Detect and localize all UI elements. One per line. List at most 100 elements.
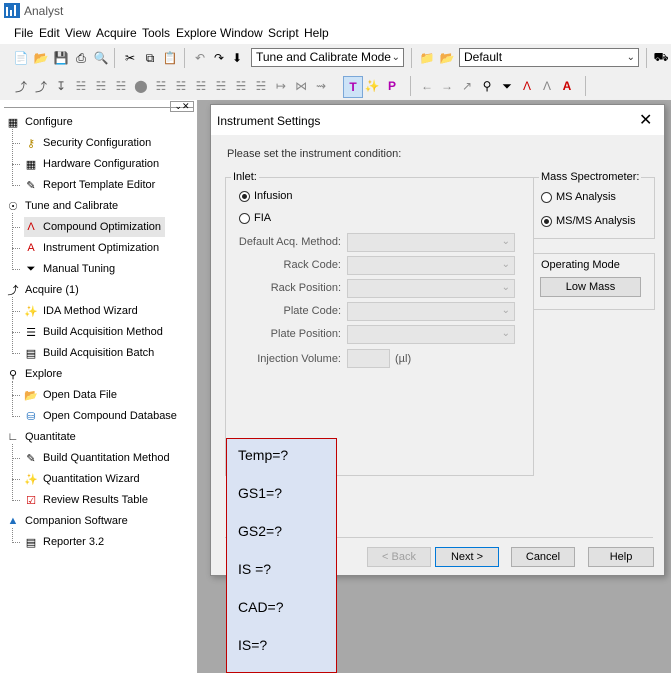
sidebar-section-tune-and-calibrate[interactable]: ☉ Tune and Calibrate: [6, 196, 118, 216]
arrow-right-icon[interactable]: →: [439, 78, 455, 94]
download-icon[interactable]: ⬇: [229, 50, 245, 66]
next-button[interactable]: Next >: [435, 547, 499, 567]
menu-acquire[interactable]: Acquire: [96, 26, 137, 40]
copy-icon[interactable]: ⧉: [142, 50, 158, 66]
msms-analysis-radio[interactable]: MS/MS Analysis: [541, 215, 635, 227]
sidebar-item-label: Quantitation Wizard: [43, 473, 140, 485]
sidebar-grip[interactable]: [4, 100, 194, 108]
sidebar-item-label: Build Quantitation Method: [43, 452, 170, 464]
back-button[interactable]: < Back: [367, 547, 431, 567]
cut-icon[interactable]: ✂: [122, 50, 138, 66]
sidebar-item-manual-tuning[interactable]: ⏷ Manual Tuning: [12, 259, 119, 279]
low-mass-button[interactable]: Low Mass: [540, 277, 641, 297]
mode-select[interactable]: Tune and Calibrate Mode ⌄: [251, 48, 404, 67]
open-icon[interactable]: 📂: [33, 50, 49, 66]
tool-icon[interactable]: ☵: [213, 78, 229, 94]
sidebar-item-quantitation-wizard[interactable]: ✨ Quantitation Wizard: [12, 469, 144, 489]
injection-volume-input[interactable]: [347, 349, 390, 368]
instrument-optimization-icon[interactable]: A: [559, 78, 575, 94]
new-icon[interactable]: 📄: [13, 50, 29, 66]
menu-window[interactable]: Window: [220, 26, 263, 40]
wand-icon[interactable]: ✨: [364, 78, 380, 94]
rack-position-select[interactable]: ⌄: [347, 279, 515, 298]
menu-help[interactable]: Help: [304, 26, 329, 40]
note-line: CAD=?: [238, 599, 284, 615]
tool-icon[interactable]: ☵: [173, 78, 189, 94]
infusion-radio[interactable]: Infusion: [239, 190, 293, 202]
tool-icon[interactable]: ☵: [253, 78, 269, 94]
redo-icon[interactable]: ↷: [211, 50, 227, 66]
default-acq-method-select[interactable]: ⌄: [347, 233, 515, 252]
folder-icon[interactable]: 📁: [419, 50, 435, 66]
ms-analysis-label: MS Analysis: [556, 191, 616, 203]
sidebar-item-build-quantitation-method[interactable]: ✎ Build Quantitation Method: [12, 448, 174, 468]
print-icon[interactable]: ⎙: [73, 50, 89, 66]
arrow-left-icon[interactable]: ←: [419, 78, 435, 94]
menu-file[interactable]: File: [14, 26, 33, 40]
menu-tools[interactable]: Tools: [142, 26, 170, 40]
print-preview-icon[interactable]: 🔍: [93, 50, 109, 66]
sidebar-item-reporter-3-2[interactable]: ▤ Reporter 3.2: [12, 532, 108, 552]
tool-icon[interactable]: ↧: [53, 78, 69, 94]
cancel-button[interactable]: Cancel: [511, 547, 575, 567]
manual-tuning-icon[interactable]: ⏷: [499, 78, 515, 94]
menu-script[interactable]: Script: [268, 26, 299, 40]
undo-icon[interactable]: ↶: [192, 50, 208, 66]
tool-icon[interactable]: ☵: [193, 78, 209, 94]
sidebar-item-build-acquisition-batch[interactable]: ▤ Build Acquisition Batch: [12, 343, 158, 363]
sidebar-item-instrument-optimization[interactable]: A Instrument Optimization: [12, 238, 163, 258]
sidebar-item-label: Open Compound Database: [43, 410, 177, 422]
sidebar-section-explore[interactable]: ⚲ Explore: [6, 364, 62, 384]
sidebar-item-compound-optimization[interactable]: Λ Compound Optimization: [12, 217, 166, 237]
tool-icon[interactable]: ☵: [73, 78, 89, 94]
sidebar-section-configure[interactable]: ▦ Configure: [6, 112, 73, 132]
sidebar-item-report-template-editor[interactable]: ✎ Report Template Editor: [12, 175, 159, 195]
sidebar-section-quantitate[interactable]: ∟ Quantitate: [6, 427, 76, 447]
tool-icon[interactable]: ⋈: [293, 78, 309, 94]
sidebar-item-security-configuration[interactable]: ⚷ Security Configuration: [12, 133, 155, 153]
sidebar-section-acquire[interactable]: ⤴ Acquire (1): [6, 280, 79, 300]
tool-icon[interactable]: ↦: [273, 78, 289, 94]
rack-code-select[interactable]: ⌄: [347, 256, 515, 275]
sidebar-item-label: Build Acquisition Batch: [43, 347, 155, 359]
tree-connector: [12, 248, 20, 249]
compound-optimization-icon[interactable]: Λ: [519, 78, 535, 94]
close-icon[interactable]: ✕: [639, 110, 652, 130]
tool-icon[interactable]: ☵: [153, 78, 169, 94]
sidebar-item-hardware-configuration[interactable]: ▦ Hardware Configuration: [12, 154, 163, 174]
help-button[interactable]: Help: [588, 547, 654, 567]
peaks-icon[interactable]: Λ: [539, 78, 555, 94]
arrow-up-right-icon[interactable]: ↗: [459, 78, 475, 94]
ms-analysis-radio[interactable]: MS Analysis: [541, 191, 616, 203]
sidebar-item-open-compound-database[interactable]: ⛁ Open Compound Database: [12, 406, 181, 426]
menu-view[interactable]: View: [65, 26, 91, 40]
tool-icon[interactable]: ⤴: [13, 78, 29, 94]
tune-tool-icon[interactable]: ⚲: [479, 78, 495, 94]
close-icon[interactable]: ⌄✕: [170, 101, 194, 112]
sidebar-section-companion-software[interactable]: ▲ Companion Software: [6, 511, 128, 531]
project-select[interactable]: Default ⌄: [459, 48, 639, 67]
tool-icon[interactable]: ⤴: [33, 78, 49, 94]
truck-icon[interactable]: ⛟: [653, 50, 669, 66]
paste-icon[interactable]: 📋: [162, 50, 178, 66]
menu-explore[interactable]: Explore: [176, 26, 217, 40]
sidebar-item-build-acquisition-method[interactable]: ☰ Build Acquisition Method: [12, 322, 167, 342]
fia-radio[interactable]: FIA: [239, 212, 271, 224]
rack-position-label: Rack Position:: [270, 282, 341, 294]
plate-position-select[interactable]: ⌄: [347, 325, 515, 344]
tree-connector: [12, 500, 20, 501]
p-tool-icon[interactable]: P: [384, 78, 400, 94]
tool-icon[interactable]: ☵: [233, 78, 249, 94]
project-folder-icon[interactable]: 📂: [439, 50, 455, 66]
circle-icon[interactable]: ⬤: [133, 78, 149, 94]
menu-edit[interactable]: Edit: [39, 26, 60, 40]
text-tool-icon[interactable]: T: [343, 76, 363, 98]
sidebar-item-ida-method-wizard[interactable]: ✨ IDA Method Wizard: [12, 301, 142, 321]
plate-code-select[interactable]: ⌄: [347, 302, 515, 321]
sidebar-item-review-results-table[interactable]: ☑ Review Results Table: [12, 490, 152, 510]
tool-icon[interactable]: ☵: [113, 78, 129, 94]
sidebar-item-open-data-file[interactable]: 📂 Open Data File: [12, 385, 121, 405]
save-icon[interactable]: 💾: [53, 50, 69, 66]
tool-icon[interactable]: ☵: [93, 78, 109, 94]
tool-icon[interactable]: ⇝: [313, 78, 329, 94]
